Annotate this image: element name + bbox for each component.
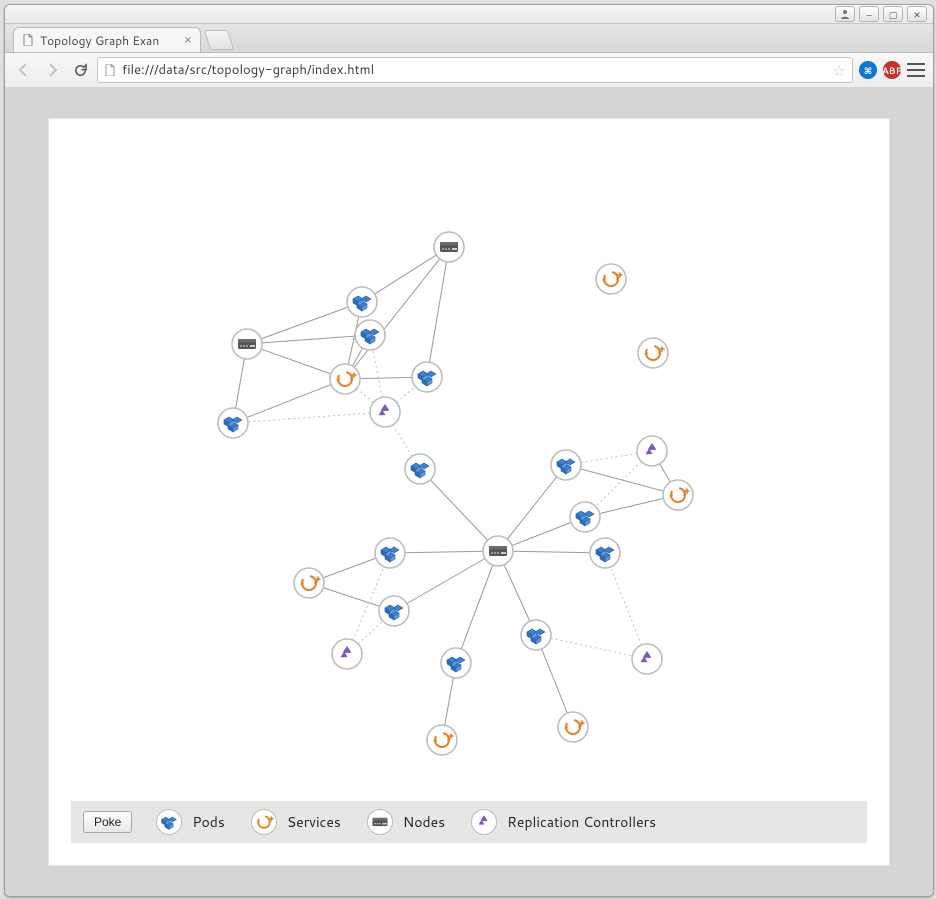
topology-canvas: Poke Pods Services Nodes Replication Contro… xyxy=(49,119,889,865)
poke-button[interactable]: Poke xyxy=(83,811,132,833)
user-indicator-icon[interactable] xyxy=(835,6,855,22)
legend-item-service: Services xyxy=(251,809,341,835)
window-minimize-button[interactable]: – xyxy=(859,6,879,22)
graph-node-pod[interactable] xyxy=(379,596,409,626)
reload-icon xyxy=(73,63,88,78)
graph-node-service[interactable] xyxy=(638,338,668,368)
arrow-right-icon xyxy=(44,62,60,78)
node-icon xyxy=(440,242,458,252)
graph-node-pod[interactable] xyxy=(441,648,471,678)
graph-node-rc[interactable] xyxy=(332,639,362,669)
graph-node-rc[interactable] xyxy=(637,436,667,466)
legend-item-pod: Pods xyxy=(156,809,225,835)
page-viewport: Poke Pods Services Nodes Replication Contro… xyxy=(5,87,933,896)
graph-node-pod[interactable] xyxy=(218,408,248,438)
page-icon xyxy=(22,34,34,46)
back-button[interactable] xyxy=(13,59,35,81)
graph-node-pod[interactable] xyxy=(590,538,620,568)
node-icon xyxy=(238,339,256,349)
tab-close-button[interactable]: × xyxy=(184,34,192,47)
graph-node-pod[interactable] xyxy=(570,502,600,532)
service-icon xyxy=(251,809,277,835)
browser-toolbar: file:///data/src/topology-graph/index.ht… xyxy=(5,53,933,88)
extension-icon[interactable]: ⌘ xyxy=(859,61,877,79)
graph-node-pod[interactable] xyxy=(521,620,551,650)
graph-edge xyxy=(394,551,498,611)
graph-edge xyxy=(427,247,449,377)
legend-item-rc: Replication Controllers xyxy=(471,809,656,835)
node-icon xyxy=(489,546,507,556)
window-close-button[interactable]: ✕ xyxy=(907,6,927,22)
adblock-extension-icon[interactable]: ABP xyxy=(883,61,901,79)
graph-node-rc[interactable] xyxy=(370,397,400,427)
graph-edge xyxy=(247,335,370,344)
graph-node-pod[interactable] xyxy=(355,320,385,350)
pod-icon xyxy=(156,809,182,835)
graph-node-node[interactable] xyxy=(483,536,513,566)
graph-node-service[interactable] xyxy=(596,264,626,294)
graph-edge xyxy=(247,302,362,344)
legend-label: Nodes xyxy=(403,812,445,832)
legend-bar: Poke Pods Services Nodes Replication Contro… xyxy=(71,801,867,843)
bookmark-star-icon[interactable]: ☆ xyxy=(833,60,846,81)
graph-node-service[interactable] xyxy=(330,364,360,394)
graph-edge xyxy=(390,551,498,553)
topology-graph[interactable] xyxy=(49,119,889,799)
new-tab-button[interactable] xyxy=(204,30,234,50)
url-text: file:///data/src/topology-graph/index.ht… xyxy=(122,61,827,79)
graph-edge xyxy=(566,465,678,495)
window-maximize-button[interactable]: ▢ xyxy=(883,6,903,22)
legend-label: Services xyxy=(287,812,341,832)
graph-node-service[interactable] xyxy=(558,712,588,742)
graph-edge xyxy=(456,551,498,663)
graph-edge xyxy=(420,469,498,551)
tab-title: Topology Graph Exan xyxy=(40,32,178,49)
graph-node-pod[interactable] xyxy=(347,287,377,317)
page-icon xyxy=(104,64,116,76)
browser-tab[interactable]: Topology Graph Exan × xyxy=(13,27,201,52)
legend-label: Pods xyxy=(192,812,225,832)
graph-node-rc[interactable] xyxy=(632,644,662,674)
graph-node-service[interactable] xyxy=(294,568,324,598)
legend-item-node: Nodes xyxy=(367,809,445,835)
legend-label: Replication Controllers xyxy=(507,812,656,832)
graph-edge xyxy=(536,635,647,659)
graph-edge xyxy=(498,551,605,553)
rc-icon xyxy=(471,809,497,835)
node-icon xyxy=(367,809,393,835)
graph-node-pod[interactable] xyxy=(412,362,442,392)
window-titlebar: – ▢ ✕ xyxy=(5,5,933,24)
graph-node-pod[interactable] xyxy=(551,450,581,480)
graph-node-node[interactable] xyxy=(434,232,464,262)
graph-edge xyxy=(605,553,647,659)
graph-node-node[interactable] xyxy=(232,329,262,359)
browser-window: – ▢ ✕ Topology Graph Exan × file:///data… xyxy=(4,4,934,897)
arrow-left-icon xyxy=(16,62,32,78)
graph-node-pod[interactable] xyxy=(375,538,405,568)
tab-strip: Topology Graph Exan × xyxy=(5,24,933,53)
browser-menu-button[interactable] xyxy=(907,63,925,77)
graph-node-service[interactable] xyxy=(427,725,457,755)
address-bar[interactable]: file:///data/src/topology-graph/index.ht… xyxy=(97,57,853,83)
reload-button[interactable] xyxy=(69,59,91,81)
graph-node-service[interactable] xyxy=(663,480,693,510)
forward-button[interactable] xyxy=(41,59,63,81)
graph-node-pod[interactable] xyxy=(405,454,435,484)
